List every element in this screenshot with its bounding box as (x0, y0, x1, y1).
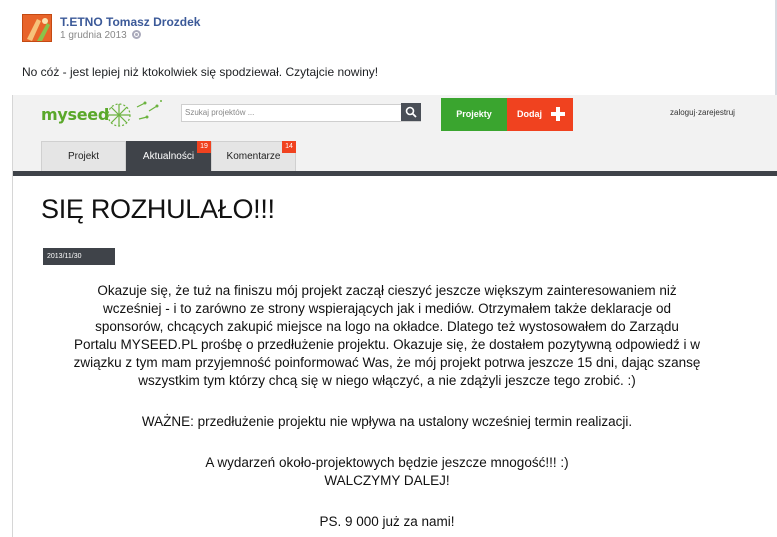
add-project-button[interactable]: Dodaj (507, 98, 573, 131)
paragraph-line: sponsorów, chcących zakupić miejsce na l… (95, 319, 679, 334)
article-paragraph-4: PS. 9 000 już za nami! (319, 514, 455, 529)
paragraph-line: Portalu MYSEED.PL prośbę o przedłużenie … (73, 337, 701, 352)
avatar[interactable] (22, 14, 52, 42)
tab-label: Projekt (67, 151, 100, 162)
projects-button[interactable]: Projekty (441, 98, 507, 131)
tab-label: Aktualności (142, 151, 195, 162)
tab-count-badge: 14 (282, 141, 296, 153)
article-paragraph-1: Okazuje się, że tuż na finiszu mój proje… (37, 282, 737, 390)
article-paragraph-2: WAŻNE: przedłużenie projektu nie wpływa … (141, 414, 633, 429)
article-date: 2013/11/30 (43, 248, 115, 265)
search-icon (405, 106, 417, 118)
paragraph-line: Okazuje się, że tuż na finiszu mój proje… (97, 283, 677, 298)
project-search-input[interactable]: Szukaj projektów ... (181, 104, 421, 122)
paragraph-line: wszystkim tym którzy chcą się w niego wł… (138, 373, 636, 388)
plus-icon (551, 107, 565, 121)
tab-label: Komentarze (226, 151, 281, 162)
search-button[interactable] (401, 103, 421, 121)
register-link[interactable]: zarejestruj (698, 108, 735, 117)
article-title: SIĘ ROZHULAŁO!!! (41, 194, 275, 224)
author-name-link[interactable]: T.ETNO Tomasz Drozdek (60, 15, 200, 29)
tab-aktualnosci[interactable]: Aktualności 19 (126, 141, 211, 171)
shared-screenshot[interactable]: myseed Szukaj projektów ... Projekty Dod… (12, 95, 777, 537)
tab-underline (13, 171, 777, 176)
paragraph-line: A wydarzeń około-projektowych będzie jes… (205, 455, 569, 470)
auth-links: zaloguj·zarejestruj (670, 108, 735, 117)
site-logo[interactable]: myseed (41, 105, 109, 124)
add-label: Dodaj (517, 109, 543, 119)
paragraph-line: WALCZYMY DALEJ! (324, 473, 450, 488)
login-link[interactable]: zaloguj (670, 108, 695, 117)
dandelion-logo-icon (107, 100, 162, 127)
article-paragraph-3: A wydarzeń około-projektowych będzie jes… (37, 454, 737, 490)
site-topbar: myseed Szukaj projektów ... Projekty Dod… (13, 95, 777, 141)
tab-count-badge: 19 (197, 141, 211, 153)
paragraph-line: związku z tym mam przyjemność poinformow… (73, 355, 701, 370)
post-date[interactable]: 1 grudnia 2013 (60, 30, 141, 41)
project-tabs: Projekt Aktualności 19 Komentarze 14 (13, 141, 777, 171)
globe-icon (131, 30, 141, 39)
tab-komentarze[interactable]: Komentarze 14 (211, 141, 296, 171)
paragraph-line: wcześniej - i to zarówno ze strony wspie… (103, 301, 671, 316)
tab-projekt[interactable]: Projekt (41, 141, 126, 171)
post-message: No cóż - jest lepiej niż ktokolwiek się … (22, 65, 379, 79)
post-date-text[interactable]: 1 grudnia 2013 (60, 30, 127, 41)
